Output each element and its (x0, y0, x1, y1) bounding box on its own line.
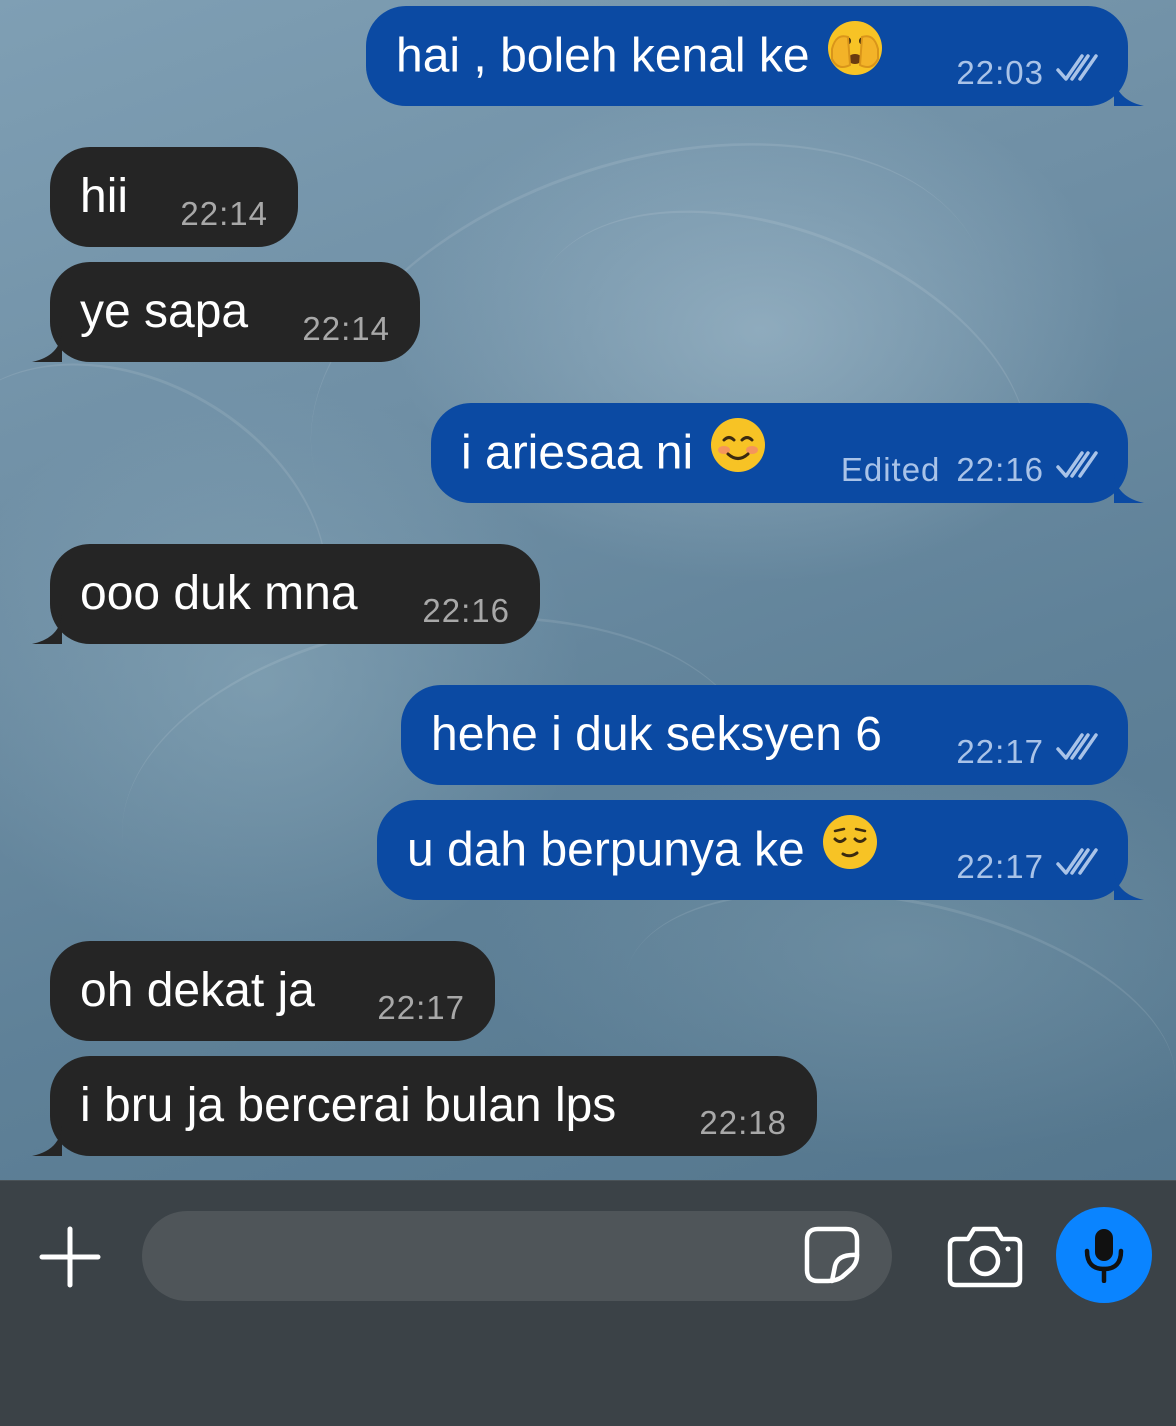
incoming-message-bubble[interactable]: oh dekat ja 22:17 (50, 941, 495, 1041)
bubble-tail (1114, 870, 1144, 900)
microphone-icon (1084, 1229, 1124, 1283)
message-text: oh dekat ja (80, 964, 315, 1017)
message-text: hehe i duk seksyen 6 (431, 706, 882, 764)
message-text-content: i ariesaa ni (461, 426, 694, 480)
message-time: 22:16 (956, 451, 1044, 488)
wallpaper-leaf-pattern (0, 295, 388, 768)
message-text: u dah berpunya ke (407, 815, 879, 885)
message-time: 22:17 (956, 733, 1044, 770)
chat-message-list[interactable]: hai , boleh kenal ke 22:03 hii 22:14 ye … (0, 0, 1176, 1180)
voice-record-button[interactable] (1056, 1207, 1152, 1303)
bubble-tail (1114, 76, 1144, 106)
message-text: i ariesaa ni (461, 418, 767, 488)
relieved-face-icon (821, 813, 879, 885)
incoming-message-bubble[interactable]: ooo duk mna 22:16 (32, 544, 540, 644)
bubble-tail (1114, 473, 1144, 503)
read-double-check-icon (1054, 731, 1100, 772)
incoming-message-bubble[interactable]: i bru ja bercerai bulan lps 22:18 (32, 1056, 817, 1156)
bubble-tail (32, 332, 62, 362)
incoming-message-bubble[interactable]: hii 22:14 (50, 147, 298, 247)
bubble-tail (32, 1126, 62, 1156)
attach-button[interactable] (36, 1223, 104, 1291)
sticker-button[interactable] (802, 1224, 862, 1284)
sticker-icon (804, 1226, 860, 1284)
message-text: ooo duk mna (80, 567, 358, 620)
outgoing-message-bubble[interactable]: hai , boleh kenal ke 22:03 (366, 6, 1144, 106)
bubble-tail (32, 614, 62, 644)
smiling-face-icon (709, 416, 767, 488)
message-text: i bru ja bercerai bulan lps (80, 1079, 617, 1132)
outgoing-message-bubble[interactable]: hehe i duk seksyen 6 22:17 (401, 685, 1128, 785)
message-time: 22:14 (180, 195, 268, 232)
message-text-content: hehe i duk seksyen 6 (431, 708, 882, 761)
read-double-check-icon (1054, 449, 1100, 490)
message-time: 22:18 (699, 1104, 787, 1141)
read-double-check-icon (1054, 846, 1100, 887)
message-meta: Edited 22:16 (841, 450, 1100, 490)
message-input[interactable] (142, 1211, 892, 1301)
message-time: 22:14 (302, 310, 390, 347)
camera-icon (947, 1226, 1023, 1288)
face-with-peeking-eye-icon (826, 19, 884, 91)
message-meta: 22:17 (956, 732, 1100, 772)
plus-icon (39, 1226, 101, 1288)
outgoing-message-bubble[interactable]: i ariesaa ni Edited 22:16 (431, 403, 1144, 503)
message-meta: 22:17 (956, 847, 1100, 887)
outgoing-message-bubble[interactable]: u dah berpunya ke 22:17 (377, 800, 1144, 900)
camera-button[interactable] (946, 1221, 1024, 1289)
message-text-content: u dah berpunya ke (407, 823, 805, 877)
message-time: 22:16 (422, 592, 510, 629)
message-composer-bar (0, 1180, 1176, 1426)
message-meta: 22:03 (956, 53, 1100, 93)
message-text-content: hai , boleh kenal ke (396, 29, 810, 83)
message-time: 22:03 (956, 54, 1044, 91)
read-double-check-icon (1054, 52, 1100, 93)
message-text: hii (80, 170, 129, 223)
edited-label: Edited (840, 451, 941, 488)
message-time: 22:17 (377, 989, 465, 1026)
message-text: ye sapa (80, 285, 249, 338)
incoming-message-bubble[interactable]: ye sapa 22:14 (32, 262, 420, 362)
message-text: hai , boleh kenal ke (396, 21, 884, 91)
message-time: 22:17 (956, 848, 1044, 885)
wallpaper-leaf-pattern (482, 143, 1078, 620)
